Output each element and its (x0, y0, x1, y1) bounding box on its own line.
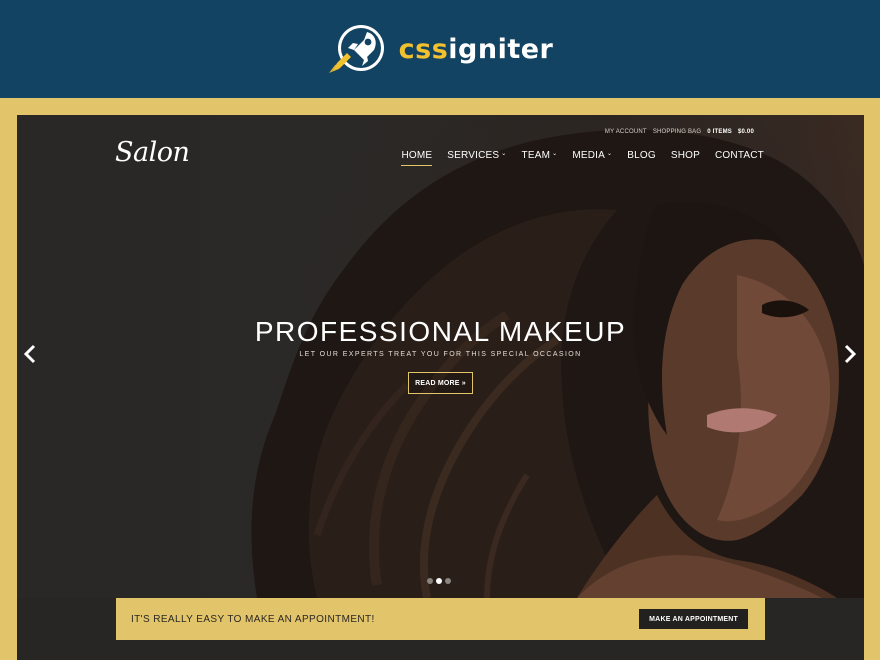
nav-blog-label: BLOG (627, 150, 656, 161)
brand-wordmark-suffix: igniter (448, 33, 554, 65)
chevron-left-icon[interactable] (23, 344, 37, 364)
slide-headline: PROFESSIONAL MAKEUP (254, 316, 627, 347)
slide-subline: LET OUR EXPERTS TREAT YOU FOR THIS SPECI… (299, 351, 582, 358)
nav-media-label: MEDIA (572, 150, 606, 161)
main-nav: HOME SERVICES ⌄ TEAM ⌄ MEDIA ⌄ BLOG SHOP CO… (401, 150, 764, 166)
nav-media[interactable]: MEDIA ⌄ (572, 150, 612, 166)
site-preview: MY ACCOUNT SHOPPING BAG 0 ITEMS $0.00 Sa… (17, 115, 864, 660)
nav-services-label: SERVICES (447, 150, 500, 161)
nav-team[interactable]: TEAM ⌄ (522, 150, 558, 166)
appointment-banner: IT'S REALLY EASY TO MAKE AN APPOINTMENT!… (116, 598, 765, 640)
brand-bar: cssigniter (0, 0, 880, 98)
chevron-right-icon[interactable] (843, 344, 857, 364)
nav-blog[interactable]: BLOG (627, 150, 656, 166)
rocket-icon (328, 25, 384, 73)
brand-logo[interactable]: cssigniter (327, 23, 554, 75)
nav-contact-label: CONTACT (715, 150, 764, 161)
appointment-text: IT'S REALLY EASY TO MAKE AN APPOINTMENT! (131, 613, 375, 625)
brand-wordmark: cssigniter (399, 36, 554, 63)
slider-dot[interactable] (427, 578, 433, 584)
nav-contact[interactable]: CONTACT (715, 150, 764, 166)
nav-home[interactable]: HOME (401, 150, 433, 166)
nav-services[interactable]: SERVICES ⌄ (447, 150, 506, 166)
slider-dot[interactable] (445, 578, 451, 584)
cart-items-count: 0 ITEMS (707, 129, 732, 135)
my-account-link[interactable]: MY ACCOUNT (605, 129, 647, 135)
chevron-down-icon: ⌄ (607, 151, 613, 157)
nav-shop[interactable]: SHOP (671, 150, 700, 166)
chevron-down-icon: ⌄ (552, 151, 558, 157)
brand-wordmark-prefix: css (398, 33, 449, 65)
nav-shop-label: SHOP (670, 150, 700, 161)
hero-slider: MY ACCOUNT SHOPPING BAG 0 ITEMS $0.00 Sa… (17, 115, 864, 598)
chevron-down-icon: ⌄ (501, 151, 507, 157)
read-more-button[interactable]: READ MORE » (408, 372, 473, 394)
shopping-bag-link[interactable]: SHOPPING BAG (653, 129, 701, 135)
slider-dot-active[interactable] (436, 578, 442, 584)
site-logo[interactable]: Salon (115, 137, 190, 168)
make-appointment-button[interactable]: MAKE AN APPOINTMENT (639, 609, 748, 629)
nav-team-label: TEAM (521, 150, 551, 161)
nav-home-label: HOME (401, 150, 433, 161)
utility-links: MY ACCOUNT SHOPPING BAG 0 ITEMS $0.00 (605, 129, 754, 135)
slider-dots (427, 578, 451, 584)
cart-total: $0.00 (737, 129, 754, 135)
